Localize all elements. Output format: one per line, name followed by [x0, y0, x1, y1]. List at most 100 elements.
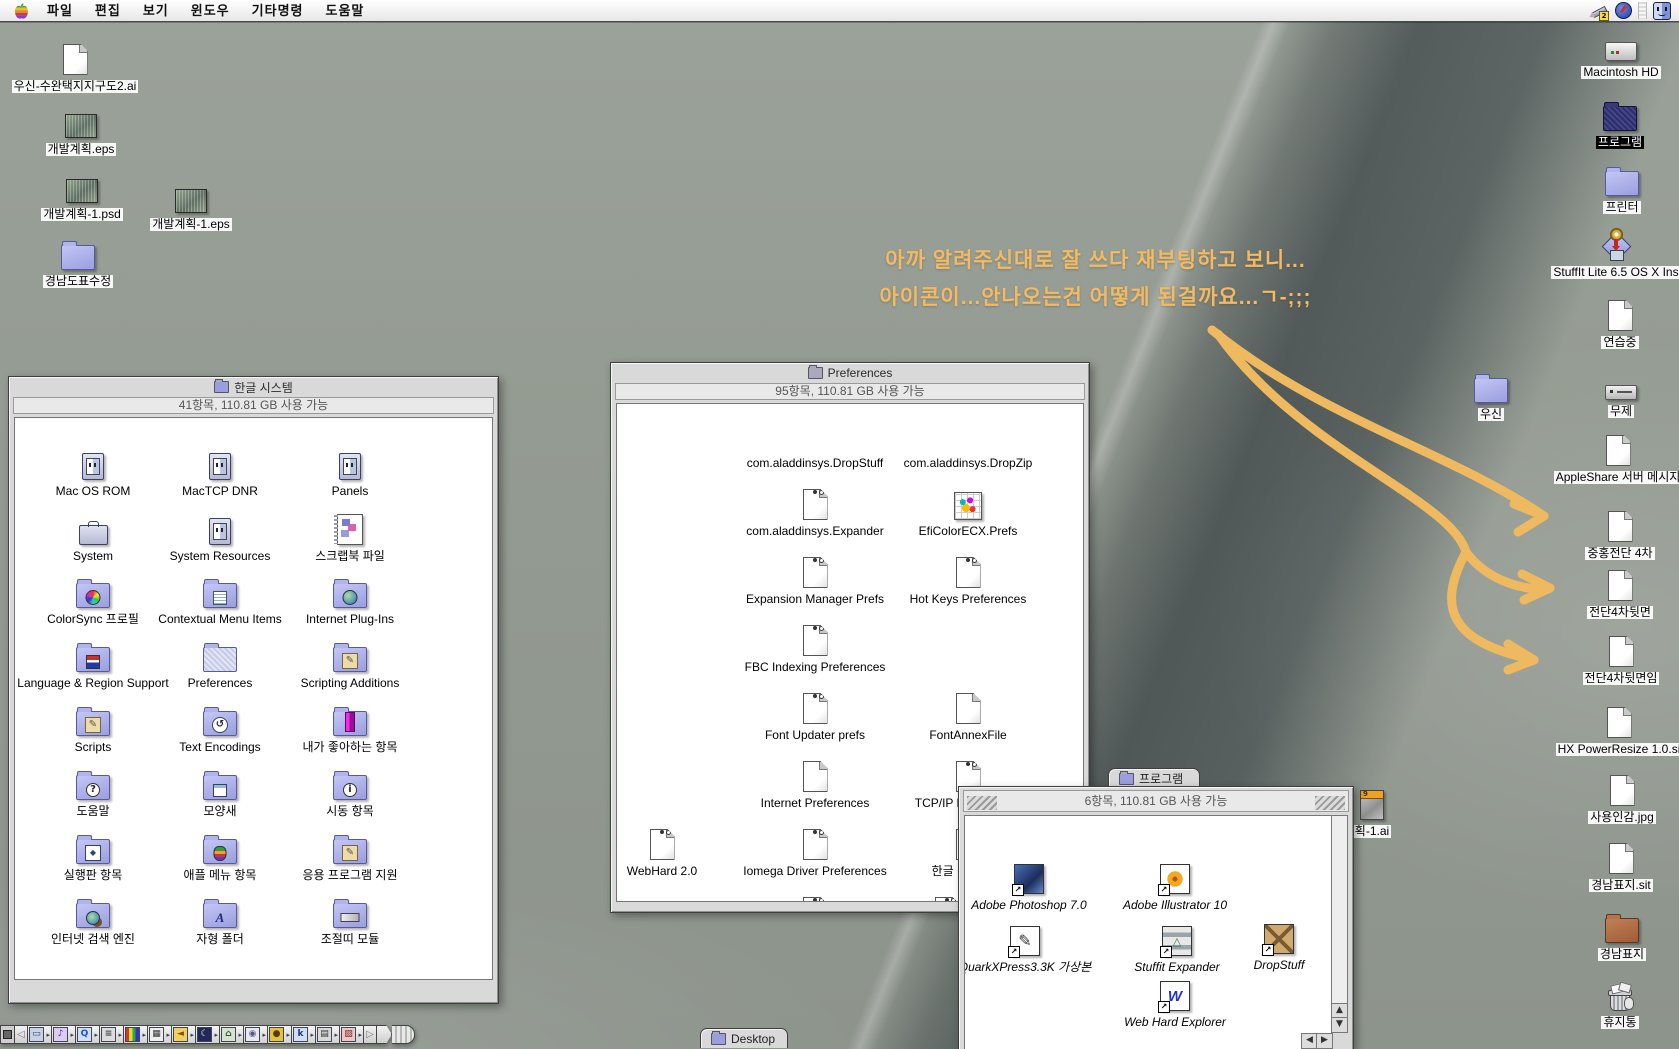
finder-item[interactable]: EfiColorECX.Prefs — [883, 522, 1053, 540]
control-strip-module-energy-sleep[interactable]: ☾▸ — [196, 1025, 220, 1044]
finder-item[interactable]: W↗Web Hard Explorer — [1090, 1013, 1260, 1031]
control-strip-module-volume[interactable]: ◄▸ — [172, 1025, 196, 1044]
finder-item[interactable]: 조절띠 모듈 — [265, 930, 435, 948]
desktop-icon[interactable]: 프로그램 — [1535, 133, 1679, 151]
desktop-icon[interactable]: 경남도표수정 — [0, 272, 163, 290]
control-strip-module-printer[interactable]: ▤▸ — [316, 1025, 340, 1044]
control-strip-module-power[interactable]: ≡▸ — [100, 1025, 124, 1044]
script-badge-icon: ✎ — [342, 653, 358, 669]
control-strip-module-cd-audio[interactable]: ◉▸ — [244, 1025, 268, 1044]
finder-item[interactable]: i시동 항목 — [265, 802, 435, 820]
control-strip-module-quicktime[interactable]: Q▸ — [76, 1025, 100, 1044]
menu-view[interactable]: 보기 — [132, 0, 180, 21]
wheel-badge-icon — [86, 590, 101, 605]
control-strip-module-print-monitor[interactable]: ▨▸ — [340, 1025, 364, 1044]
finder-item[interactable]: com.aladdinsys.Expander — [730, 522, 900, 540]
finder-item-label: WebHard 2.0 — [625, 865, 699, 878]
quicktime-icon: Q — [77, 1027, 92, 1042]
finder-item[interactable]: ↗DropStuff — [1194, 956, 1333, 974]
window-hangul-title-bar[interactable]: 한글 시스템 — [12, 379, 495, 395]
finder-item[interactable]: FontAnnexFile — [883, 726, 1053, 744]
window-hangul-system[interactable]: 한글 시스템 41항목, 110.81 GB 사용 가능 Mac OS ROMM… — [8, 376, 499, 1004]
control-strip-module-resolution[interactable]: ▦▸ — [148, 1025, 172, 1044]
finder-item[interactable]: Internet Preferences — [730, 794, 900, 812]
desktop-popup-tab[interactable]: Desktop — [700, 1028, 788, 1048]
finder-item[interactable]: ✎↗QuarkXPress3.3K 가상본 — [964, 958, 1110, 976]
system-file-icon — [209, 518, 231, 545]
window-preferences-status-bar: 95항목, 110.81 GB 사용 가능 — [615, 383, 1085, 400]
desktop-icon[interactable]: 연습중 — [1535, 333, 1679, 351]
desktop-icon[interactable]: Macintosh HD — [1536, 63, 1679, 81]
desktop-icon-label: 휴지통 — [1601, 1016, 1638, 1029]
desktop-icon[interactable]: 사용인감.jpg — [1537, 808, 1679, 826]
energy-sleep-icon: ☾ — [197, 1027, 212, 1042]
finder-item-label: Text Encodings — [177, 741, 262, 754]
finder-item[interactable]: Font Updater prefs — [730, 726, 900, 744]
menu-edit[interactable]: 편집 — [84, 0, 132, 21]
control-strip-module-security-lock[interactable]: ●▸ — [268, 1025, 292, 1044]
desktop-icon[interactable]: 프린터 — [1537, 198, 1679, 216]
finder-item[interactable]: 스크랩북 파일 — [265, 547, 435, 565]
finder-item[interactable]: FBC Indexing Preferences — [730, 658, 900, 676]
desktop-icon[interactable]: 우신-수완택지지구도2.ai — [0, 77, 160, 95]
menu-help[interactable]: 도움말 — [315, 0, 376, 21]
finder-application-icon[interactable] — [1653, 2, 1671, 19]
fontA-badge-icon: A — [213, 911, 227, 925]
document-icon — [63, 44, 88, 75]
window-programs-vertical-scrollbar[interactable]: ▲ ▼ — [1331, 815, 1348, 1033]
window-programs[interactable]: 6항목, 110.81 GB 사용 가능 ↗Adobe Photoshop 7.… — [958, 786, 1354, 1049]
desktop-icon[interactable]: 전단4차뒷면 — [1535, 603, 1679, 621]
control-strip-collapse-box[interactable] — [0, 1025, 15, 1044]
desktop-icon-label: 무제 — [1608, 405, 1634, 418]
scroll-down-button[interactable]: ▼ — [1331, 1017, 1348, 1033]
finder-item[interactable]: Panels — [265, 482, 435, 500]
apple-menu[interactable] — [0, 3, 36, 19]
scroll-right-button[interactable]: ▶ — [1316, 1033, 1333, 1049]
finder-item[interactable]: com.aladdinsys.DropZip — [883, 454, 1053, 472]
input-method-pencil-icon[interactable]: 2 — [1590, 2, 1608, 19]
menu-window[interactable]: 윈도우 — [180, 0, 241, 21]
desktop-icon[interactable]: 휴지통 — [1535, 1013, 1679, 1031]
clock-icon[interactable] — [1614, 2, 1632, 19]
control-strip-module-keychain[interactable]: k▸ — [292, 1025, 316, 1044]
desktop-icon[interactable]: HX PowerResize 1.0.si — [1534, 740, 1679, 758]
finder-item[interactable]: ✎응용 프로그램 지원 — [265, 866, 435, 884]
desktop-icon[interactable]: 개발계획.eps — [0, 140, 166, 158]
desktop-icon-label: 획-1.ai — [1353, 825, 1391, 838]
desktop-icon[interactable]: AppleShare 서버 메시지 — [1533, 468, 1679, 486]
desktop-icon[interactable]: 경남표지.sit — [1536, 876, 1679, 894]
finder-item[interactable]: com.aladdinsys.DropStuff — [730, 454, 900, 472]
control-strip-scroll-right[interactable]: ▷ — [364, 1025, 377, 1044]
finder-item[interactable]: ↗Adobe Illustrator 10 — [1090, 896, 1260, 914]
desktop-icon-label: 프린터 — [1603, 201, 1640, 214]
control-strip-module-file-sharing[interactable]: ⌂▸ — [220, 1025, 244, 1044]
finder-item[interactable]: 내가 좋아하는 항목 — [265, 738, 435, 756]
control-strip-pull-tab[interactable] — [392, 1025, 415, 1044]
finder-item[interactable]: Iomega Driver Preferences — [730, 862, 900, 880]
control-strip-module-color-depth[interactable]: ▸ — [124, 1025, 148, 1044]
desktop-icon[interactable]: 개발계획-1.eps — [106, 215, 276, 233]
control-strip-module-display[interactable]: ▭▸ — [28, 1025, 52, 1044]
finder-item[interactable]: WebHard 2.0 — [616, 862, 747, 880]
menu-misc-commands[interactable]: 기타명령 — [241, 0, 315, 21]
preferences-document-icon — [803, 625, 828, 656]
desktop-icon[interactable]: 무제 — [1536, 402, 1679, 420]
desktop-icon[interactable]: 경남표지 — [1537, 945, 1679, 963]
control-strip-module-music[interactable]: ♪▸ — [52, 1025, 76, 1044]
control-strip-scroll-left[interactable]: ◁ — [15, 1025, 28, 1044]
finder-item[interactable]: Hot Keys Preferences — [883, 590, 1053, 608]
selected-folder-icon — [1603, 106, 1637, 131]
finder-item[interactable]: Expansion Manager Prefs — [730, 590, 900, 608]
window-programs-tab[interactable]: 프로그램 — [1108, 768, 1200, 788]
desktop-icon[interactable]: 전단4차뒷면임 — [1536, 669, 1679, 687]
desktop-icon[interactable]: StuffIt Lite 6.5 OS X Ins — [1531, 263, 1679, 281]
stuffit-expander-app-icon: △↗ — [1162, 926, 1192, 956]
desktop-icon[interactable]: 중홍전단 4차 — [1535, 544, 1679, 562]
window-programs-horizontal-scrollbar[interactable]: ◀ ▶ — [964, 1033, 1333, 1049]
menu-file[interactable]: 파일 — [36, 0, 84, 21]
preferences-document-icon — [650, 829, 675, 860]
window-preferences-title-bar[interactable]: Preferences — [614, 365, 1086, 381]
window-hangul-horizontal-scrollbar[interactable] — [14, 963, 493, 980]
finder-item[interactable]: Internet Plug-Ins — [265, 610, 435, 628]
finder-item[interactable]: ✎Scripting Additions — [265, 674, 435, 692]
